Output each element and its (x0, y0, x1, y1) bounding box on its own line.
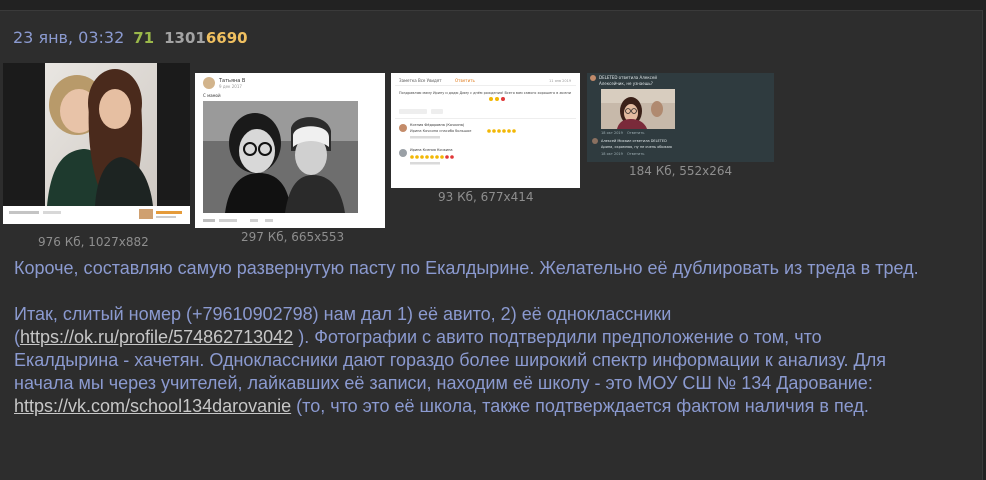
message-text: ). Фотографии с авито подтвердили предпо… (293, 327, 822, 347)
message-line: https://vk.com/school134darovanie (то, ч… (14, 395, 972, 418)
post-counter: 71 (133, 29, 155, 47)
thumb3-comment-1-name: Ксения Фёдоровна (Кочкина) (410, 123, 465, 127)
thumb3-comment-1-text: Ирина Кочкина спасибо большое (410, 129, 471, 133)
file-info-2: 297 Кб, 665x553 (241, 230, 345, 244)
file-thumbnail-3[interactable]: Заметка Все Увидят Ответить 11 янв 2019 … (391, 73, 580, 188)
message-paragraph-2: Итак, слитый номер (+79610902798) нам да… (14, 303, 972, 418)
thumb3-post-text: Поздравляю маму Ирину и дядю Диму с днём… (399, 91, 572, 95)
thumb3-tab-1: Заметка Все Увидят (399, 78, 442, 83)
vk-school-link[interactable]: https://vk.com/school134darovanie (14, 396, 291, 416)
screenshot-image: Татьяна В 9 дек 2017 С мамой (195, 73, 385, 228)
thumb4-message-1: Алексейчик, не узнаешь? (599, 81, 653, 86)
file-info-4: 184 Кб, 552x264 (629, 164, 733, 178)
thumb3-comment-2-name: Ирина Ксения Кочкина (410, 148, 453, 152)
post-files: 976 Кб, 1027x882 Татьяна В 9 дек 2017 С … (0, 63, 982, 253)
thumb3-tab-2: Ответить (455, 78, 476, 83)
message-paragraph-1: Короче, составляю самую развернутую паст… (14, 258, 919, 278)
file-thumbnail-1[interactable] (3, 63, 190, 224)
screenshot-image: Заметка Все Увидят Ответить 11 янв 2019 … (391, 73, 580, 188)
screenshot-image: DELETED ответила Алексей Алексейчик, не … (587, 73, 774, 162)
file-info-3: 93 Кб, 677x414 (438, 190, 534, 204)
file-thumbnail-4[interactable]: DELETED ответила Алексей Алексейчик, не … (587, 73, 774, 162)
thumb4-time-2: 18 окт 2019 (601, 152, 623, 156)
file-thumbnail-2[interactable]: Татьяна В 9 дек 2017 С мамой (195, 73, 385, 228)
thumb4-reply-1: Ответить (627, 131, 644, 135)
thumb2-caption: С мамой (203, 93, 221, 98)
thumb2-date: 9 дек 2017 (219, 84, 242, 89)
thumb4-message-3: Арина, скромная, ну не очень обожаю (601, 145, 672, 149)
ok-profile-link[interactable]: https://ok.ru/profile/574862713042 (20, 327, 293, 347)
message-line: Итак, слитый номер (+79610902798) нам да… (14, 304, 672, 324)
post-number-suffix: 6690 (205, 29, 248, 47)
post-message: Короче, составляю самую развернутую паст… (14, 257, 972, 418)
message-line: начала мы через учителей, лайкавших её з… (14, 373, 873, 393)
post-date: 23 янв, 03:32 (13, 28, 125, 47)
post-number[interactable]: 13016690 (164, 29, 248, 47)
message-line: (https://ok.ru/profile/574862713042 ). Ф… (14, 326, 972, 349)
file-info-1: 976 Кб, 1027x882 (38, 235, 149, 249)
post: 23 янв, 03:32 71 13016690 976 Кб, 1027x8… (0, 10, 983, 480)
thumb4-message-2: Алексей Михаил ответила DELETED (601, 139, 667, 143)
thumb4-header: DELETED ответила Алексей (599, 75, 657, 80)
message-text: (то, что это её школа, также подтверждае… (291, 396, 869, 416)
thumb4-time-1: 18 окт 2019 (601, 131, 623, 135)
post-header: 23 янв, 03:32 71 13016690 (13, 28, 248, 50)
thumb3-date: 11 янв 2019 (549, 79, 571, 83)
message-line: Екалдырина - хачетян. Одноклассники дают… (14, 350, 886, 370)
post-number-prefix: 1301 (164, 29, 206, 47)
thumb4-reply-2: Ответить (627, 152, 644, 156)
photo-image (3, 63, 190, 224)
